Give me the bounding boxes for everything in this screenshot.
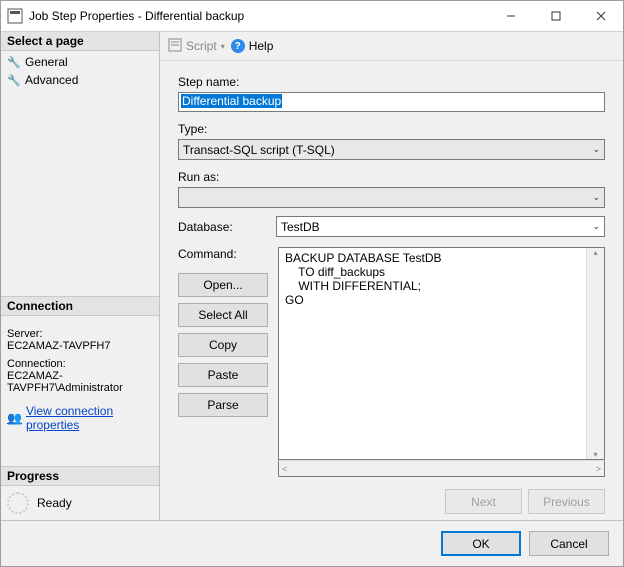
step-nav-row: Next Previous <box>160 483 623 520</box>
command-label: Command: <box>178 247 268 261</box>
script-label: Script <box>186 39 217 53</box>
command-area: Command: Open... Select All Copy Paste P… <box>178 247 605 477</box>
form: Step name: Differential backup Type: Tra… <box>160 61 623 483</box>
script-button[interactable]: Script ▾ <box>168 38 225 55</box>
page-label: General <box>25 55 68 69</box>
run-as-label: Run as: <box>178 170 605 184</box>
scroll-left-icon: < <box>282 464 287 474</box>
view-connection-properties-link[interactable]: 👥 View connection properties <box>1 400 159 436</box>
parse-button[interactable]: Parse <box>178 393 268 417</box>
window-title: Job Step Properties - Differential backu… <box>29 9 488 23</box>
horizontal-scrollbar[interactable]: < > <box>278 460 605 477</box>
connection-label: Connection: <box>7 358 153 370</box>
step-name-input[interactable]: Differential backup <box>178 92 605 112</box>
server-value: EC2AMAZ-TAVPFH7 <box>7 340 153 352</box>
type-label: Type: <box>178 122 605 136</box>
copy-button[interactable]: Copy <box>178 333 268 357</box>
close-button[interactable] <box>578 1 623 31</box>
connection-header: Connection <box>1 296 159 316</box>
wrench-icon: 🔧 <box>7 55 21 69</box>
database-combo[interactable]: TestDB ⌄ <box>276 216 605 237</box>
scroll-right-icon: > <box>596 464 601 474</box>
connection-value: EC2AMAZ-TAVPFH7\Administrator <box>7 370 153 394</box>
connection-info: Server: EC2AMAZ-TAVPFH7 Connection: EC2A… <box>1 316 159 400</box>
progress-header: Progress <box>1 466 159 486</box>
database-value: TestDB <box>281 220 320 234</box>
scroll-up-icon: ▴ <box>593 248 597 257</box>
connection-icon: 👥 <box>7 411 22 425</box>
page-label: Advanced <box>25 73 78 87</box>
command-textbox[interactable]: BACKUP DATABASE TestDB TO diff_backups W… <box>278 247 605 460</box>
app-icon <box>7 8 23 24</box>
help-button[interactable]: ? Help <box>231 39 274 53</box>
type-combo[interactable]: Transact-SQL script (T-SQL) ⌄ <box>178 139 605 160</box>
help-icon: ? <box>231 39 245 53</box>
step-name-label: Step name: <box>178 75 605 89</box>
toolbar: Script ▾ ? Help <box>160 32 623 61</box>
maximize-button[interactable] <box>533 1 578 31</box>
progress-status-block: Ready <box>1 486 159 520</box>
script-icon <box>168 38 182 55</box>
titlebar: Job Step Properties - Differential backu… <box>1 1 623 32</box>
server-label: Server: <box>7 328 153 340</box>
chevron-down-icon: ⌄ <box>592 221 600 232</box>
chevron-down-icon: ▾ <box>221 42 225 51</box>
ok-button[interactable]: OK <box>441 531 521 556</box>
help-label: Help <box>249 39 274 53</box>
select-all-button[interactable]: Select All <box>178 303 268 327</box>
page-general[interactable]: 🔧 General <box>1 53 159 71</box>
command-textbox-wrap: BACKUP DATABASE TestDB TO diff_backups W… <box>278 247 605 477</box>
link-text: View connection properties <box>26 404 153 432</box>
next-button[interactable]: Next <box>445 489 522 514</box>
cancel-button[interactable]: Cancel <box>529 531 609 556</box>
main-panel: Script ▾ ? Help Step name: Differential … <box>160 32 623 520</box>
page-list: 🔧 General 🔧 Advanced <box>1 51 159 91</box>
chevron-down-icon: ⌄ <box>592 192 600 203</box>
chevron-down-icon: ⌄ <box>592 144 600 155</box>
dialog-buttons: OK Cancel <box>1 520 623 566</box>
sidebar: Select a page 🔧 General 🔧 Advanced Conne… <box>1 32 160 520</box>
run-as-combo[interactable]: ⌄ <box>178 187 605 208</box>
dialog-window: Job Step Properties - Differential backu… <box>0 0 624 567</box>
database-label: Database: <box>178 220 252 234</box>
body: Select a page 🔧 General 🔧 Advanced Conne… <box>1 32 623 520</box>
command-sidebar: Command: Open... Select All Copy Paste P… <box>178 247 268 477</box>
type-value: Transact-SQL script (T-SQL) <box>183 143 335 157</box>
page-advanced[interactable]: 🔧 Advanced <box>1 71 159 89</box>
previous-button[interactable]: Previous <box>528 489 605 514</box>
select-page-header: Select a page <box>1 32 159 51</box>
command-text: BACKUP DATABASE TestDB TO diff_backups W… <box>285 251 442 307</box>
step-name-value: Differential backup <box>181 94 282 108</box>
progress-spinner-icon <box>7 492 29 514</box>
wrench-icon: 🔧 <box>7 73 21 87</box>
progress-status-text: Ready <box>37 496 72 510</box>
minimize-button[interactable] <box>488 1 533 31</box>
scroll-down-icon: ▾ <box>593 450 597 459</box>
open-button[interactable]: Open... <box>178 273 268 297</box>
vertical-scrollbar[interactable]: ▴▾ <box>586 248 604 459</box>
paste-button[interactable]: Paste <box>178 363 268 387</box>
